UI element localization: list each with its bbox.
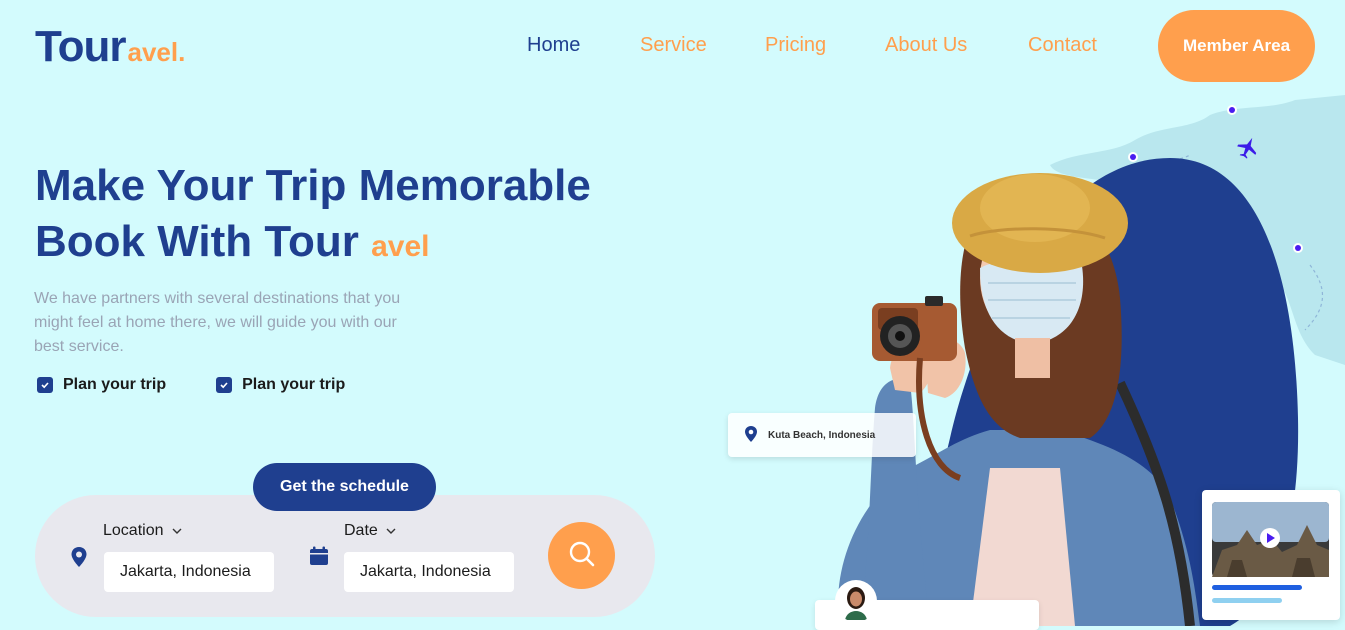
brand-name: Tour	[35, 22, 126, 71]
feature-check-item: Plan your trip	[37, 376, 166, 394]
nav-contact[interactable]: Contact	[1028, 34, 1097, 57]
brand-suffix: avel.	[127, 37, 186, 67]
chevron-down-icon	[172, 522, 182, 540]
location-label: Location	[103, 522, 164, 539]
chevron-down-icon	[386, 522, 396, 540]
brand-logo[interactable]: Touravel.	[35, 22, 185, 72]
feature-check-label: Plan your trip	[63, 376, 167, 393]
temple-thumbnail	[1212, 502, 1329, 603]
hero-title: Make Your Trip Memorable Book With Tour …	[35, 158, 591, 275]
date-label: Date	[344, 522, 378, 539]
feature-check-label: Plan your trip	[242, 376, 346, 393]
nav-service[interactable]: Service	[640, 34, 707, 57]
calendar-icon	[309, 546, 329, 571]
search-button[interactable]	[548, 522, 615, 589]
location-dropdown[interactable]: Location	[103, 522, 182, 540]
hero-title-line2: Book With Tour	[35, 217, 359, 266]
date-dropdown[interactable]: Date	[344, 522, 396, 540]
hero-title-suffix: avel	[371, 230, 430, 263]
hero-title-line1: Make Your Trip Memorable	[35, 161, 591, 210]
date-input[interactable]	[344, 552, 514, 592]
check-icon	[37, 377, 53, 393]
location-tag-label: Kuta Beach, Indonesia	[768, 429, 876, 441]
video-preview-card[interactable]	[1202, 490, 1340, 620]
nav-about-us[interactable]: About Us	[885, 34, 967, 57]
nav-pricing[interactable]: Pricing	[765, 34, 826, 57]
location-tag-card: Kuta Beach, Indonesia	[728, 413, 916, 457]
check-icon	[216, 377, 233, 393]
nav-home[interactable]: Home	[527, 34, 580, 57]
avatar	[835, 580, 877, 622]
member-area-button[interactable]: Member Area	[1158, 10, 1315, 82]
feature-checks: Plan your trip Plan your trip	[37, 376, 345, 394]
feature-check-item: Plan your trip	[216, 376, 345, 394]
hero-description: We have partners with several destinatio…	[34, 290, 401, 355]
traveler-photo	[838, 173, 1200, 626]
search-icon	[568, 540, 596, 571]
map-pin-icon	[70, 546, 88, 573]
get-schedule-button[interactable]: Get the schedule	[253, 463, 436, 511]
location-input[interactable]	[104, 552, 274, 592]
map-pin-icon	[744, 425, 758, 446]
